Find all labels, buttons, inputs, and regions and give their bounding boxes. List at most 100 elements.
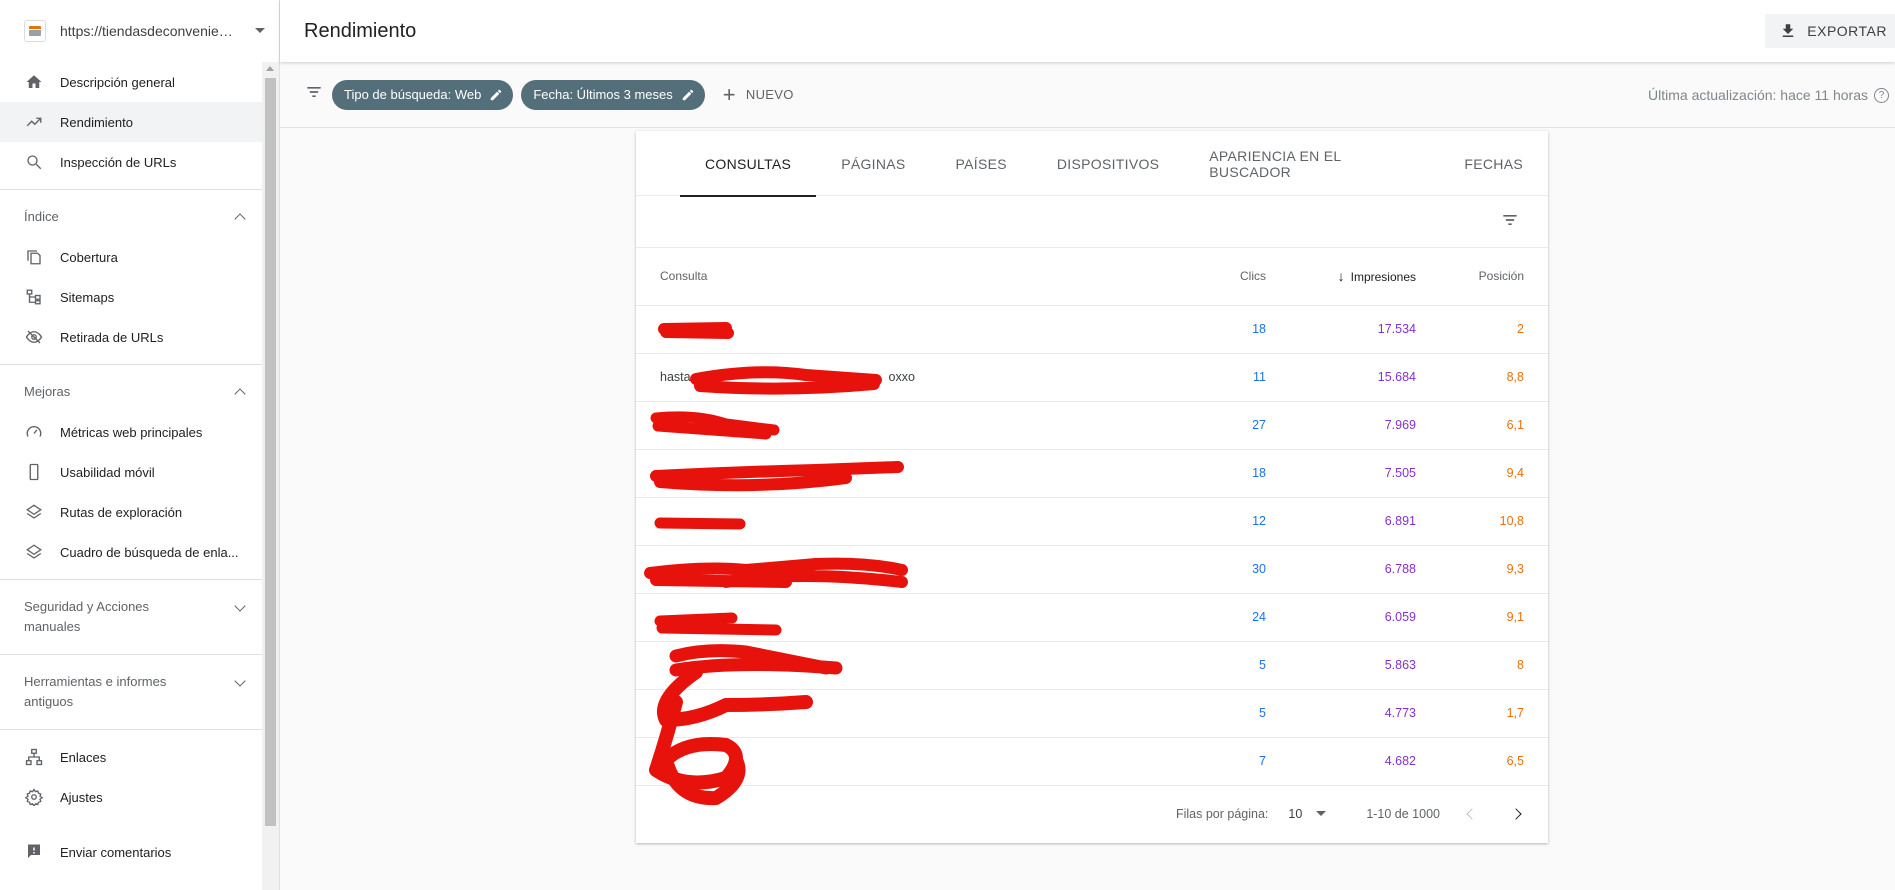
layers-icon	[24, 542, 44, 562]
sidebar-section-header[interactable]: Seguridad y Acciones manuales	[0, 587, 262, 647]
export-button[interactable]: EXPORTAR	[1765, 14, 1895, 48]
tab-consultas[interactable]: CONSULTAS	[680, 131, 817, 197]
sidebar-item-sitemap[interactable]: Sitemaps	[0, 277, 262, 317]
cell-impressions: 6.788	[1266, 545, 1416, 594]
tab-paises[interactable]: PAÍSES	[931, 131, 1032, 196]
table-row[interactable]: hasta oxxo 11 15.684 8,8	[636, 353, 1548, 402]
plus-icon: +	[722, 81, 736, 107]
sidebar-item-eye-off[interactable]: Retirada de URLs	[0, 317, 262, 357]
next-page-button[interactable]	[1504, 802, 1528, 826]
sidebar-divider	[0, 364, 262, 365]
help-icon[interactable]: ?	[1874, 87, 1889, 103]
edit-pencil-icon	[682, 89, 694, 100]
sidebar-section-title: Seguridad y Acciones manuales	[24, 599, 150, 634]
table-row[interactable]: 30 6.788 9,3	[636, 545, 1548, 594]
home-icon	[24, 72, 44, 92]
sidebar-item-trending-up[interactable]: Rendimiento	[0, 102, 262, 142]
sidebar-item-layers[interactable]: Cuadro de búsqueda de enla...	[0, 532, 262, 572]
last-update: Última actualización: hace 11 horas ?	[1648, 87, 1889, 103]
sidebar-section-header[interactable]: Herramientas e informes antiguos	[0, 662, 262, 722]
filter-bar: Tipo de búsqueda: Web Fecha: Últimos 3 m…	[280, 62, 1895, 128]
cell-query	[636, 449, 1146, 498]
cell-impressions: 15.684	[1266, 353, 1416, 402]
speedometer-icon	[24, 422, 44, 442]
tab-fechas[interactable]: FECHAS	[1439, 131, 1548, 196]
sidebar-section-title: Índice	[24, 209, 59, 224]
filter-icon[interactable]	[304, 82, 324, 107]
sidebar-item-layers[interactable]: Rutas de exploración	[0, 492, 262, 532]
sidebar-item-links[interactable]: Enlaces	[0, 737, 262, 777]
table-toolbar	[636, 196, 1548, 248]
cell-position: 9,4	[1416, 449, 1548, 498]
new-filter-label: NUEVO	[745, 87, 794, 102]
store-favicon-icon	[24, 20, 46, 42]
sidebar-item-gear[interactable]: Ajustes	[0, 777, 262, 817]
table-row[interactable]: 27 7.969 6,1	[636, 401, 1548, 450]
chevron-down-icon	[255, 28, 265, 33]
sidebar-item-phone[interactable]: Usabilidad móvil	[0, 452, 262, 492]
sidebar-item-label: Inspección de URLs	[60, 154, 177, 170]
queries-table: Consulta Clics ↓ Impresiones Posición oxx…	[636, 248, 1548, 786]
dimension-tabs: CONSULTAS PÁGINAS PAÍSES DISPOSITIVOS APARIE…	[636, 131, 1548, 197]
cell-query: hasta oxxo	[636, 353, 1146, 402]
previous-page-button[interactable]	[1460, 802, 1484, 826]
sidebar-divider	[0, 729, 262, 730]
sidebar-item-home[interactable]: Descripción general	[0, 62, 262, 102]
column-header-position[interactable]: Posición	[1416, 248, 1548, 306]
cell-clicks: 27	[1146, 401, 1266, 450]
pagination: Filas por página: 10 1-10 de 1000	[636, 786, 1548, 842]
cell-impressions: 4.773	[1266, 689, 1416, 738]
rows-per-page-select[interactable]: 10	[1288, 807, 1327, 821]
sidebar-item-speedometer[interactable]: Métricas web principales	[0, 412, 262, 452]
sidebar-section-header[interactable]: Índice	[0, 197, 262, 237]
cell-position: 8	[1416, 641, 1548, 690]
rows-per-page-label: Filas por página:	[1175, 806, 1269, 821]
property-selector[interactable]: https://tiendasdeconveniencia.com	[0, 0, 279, 62]
sidebar-item-feedback[interactable]: Enviar comentarios	[0, 832, 262, 872]
cell-position: 6,1	[1416, 401, 1548, 450]
sidebar-divider	[0, 579, 262, 580]
column-header-query[interactable]: Consulta	[636, 248, 1146, 306]
table-row[interactable]: 12 6.891 10,8	[636, 497, 1548, 546]
cell-query	[636, 689, 1146, 738]
gear-icon	[24, 787, 44, 807]
eye-off-icon	[24, 327, 44, 347]
column-header-clicks[interactable]: Clics	[1146, 248, 1266, 306]
table-row[interactable]: 5 4.773 1,7	[636, 689, 1548, 738]
cell-impressions: 7.505	[1266, 449, 1416, 498]
cell-impressions: 6.891	[1266, 497, 1416, 546]
tab-apariencia[interactable]: APARIENCIA EN EL BUSCADOR	[1184, 131, 1439, 196]
new-filter-button[interactable]: + NUEVO	[722, 81, 794, 107]
sidebar-item-search[interactable]: Inspección de URLs	[0, 142, 262, 182]
tab-dispositivos[interactable]: DISPOSITIVOS	[1032, 131, 1184, 196]
cell-impressions: 7.969	[1266, 401, 1416, 450]
sidebar-scrollbar-thumb[interactable]	[265, 78, 276, 826]
sidebar-item-label: Cobertura	[60, 249, 118, 265]
table-row[interactable]: 18 7.505 9,4	[636, 449, 1548, 498]
sidebar-item-copy[interactable]: Cobertura	[0, 237, 262, 277]
column-header-impressions[interactable]: ↓ Impresiones	[1266, 248, 1416, 306]
sidebar-nav: Descripción general Rendimiento Inspección…	[0, 62, 262, 890]
cell-clicks: 7	[1146, 737, 1266, 786]
chevron-up-icon	[234, 213, 246, 225]
search-type-chip[interactable]: Tipo de búsqueda: Web	[332, 79, 514, 110]
table-row[interactable]: 24 6.059 9,1	[636, 593, 1548, 642]
sidebar-divider	[0, 654, 262, 655]
table-row[interactable]: 5 5.863 8	[636, 641, 1548, 690]
sidebar-section-title: Mejoras	[24, 384, 71, 399]
date-chip[interactable]: Fecha: Últimos 3 meses	[521, 79, 705, 110]
table-row[interactable]: 7 4.682 6,5	[636, 737, 1548, 786]
page-range: 1-10 de 1000	[1366, 806, 1440, 821]
table-row[interactable]: oxxo 18 17.534 2	[636, 305, 1548, 354]
queries-card: CONSULTAS PÁGINAS PAÍSES DISPOSITIVOS APARIE…	[636, 131, 1548, 843]
scroll-up-arrow-icon[interactable]	[266, 66, 274, 71]
table-filter-icon[interactable]	[1500, 210, 1520, 235]
tab-paginas[interactable]: PÁGINAS	[816, 131, 930, 196]
sidebar-section-header[interactable]: Mejoras	[0, 372, 262, 412]
edit-pencil-icon	[491, 89, 502, 100]
cell-query	[636, 737, 1146, 786]
sidebar-item-label: Enlaces	[60, 749, 107, 765]
column-header-impressions-label: Impresiones	[1350, 270, 1416, 285]
property-url: https://tiendasdeconveniencia.com	[60, 23, 240, 39]
